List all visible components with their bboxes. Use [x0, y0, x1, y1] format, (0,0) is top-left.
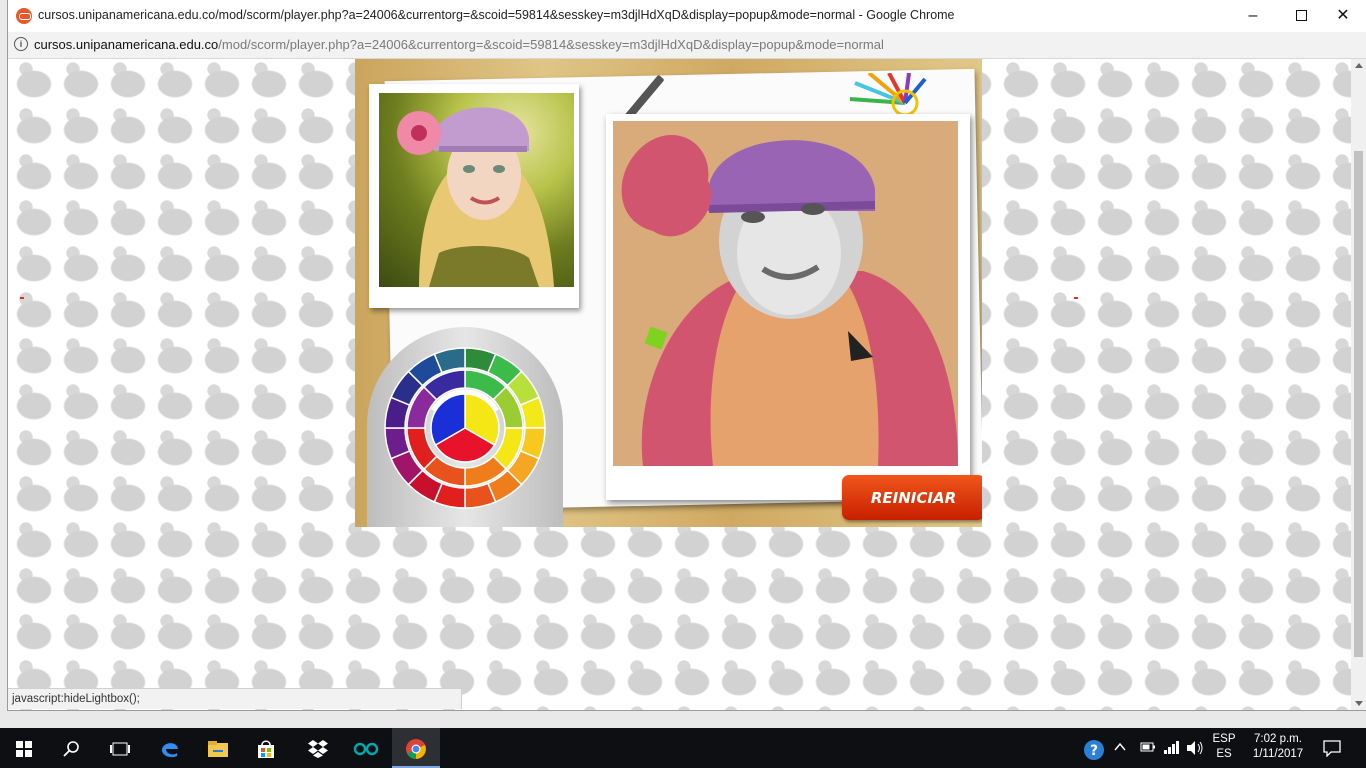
coloring-photo-frame [606, 114, 970, 500]
girl-color-illustration [397, 107, 554, 287]
minimize-button[interactable]: – [1230, 0, 1276, 32]
site-favicon-icon [16, 8, 32, 24]
vertical-scrollbar[interactable] [1351, 59, 1366, 710]
url-path: /mod/scorm/player.php?a=24006&currentorg… [218, 37, 884, 52]
coloring-canvas[interactable] [613, 121, 958, 466]
url-text[interactable]: cursos.unipanamericana.edu.co/mod/scorm/… [34, 37, 884, 52]
page-content: REINICIAR [8, 59, 1351, 710]
color-pencils-icon [849, 73, 927, 117]
color-wheel-panel [367, 327, 563, 527]
help-icon[interactable]: ? [1083, 739, 1105, 764]
task-view-icon[interactable] [96, 728, 144, 768]
coloring-activity: REINICIAR [355, 59, 982, 527]
url-host: cursos.unipanamericana.edu.co [34, 37, 219, 52]
dropbox-icon[interactable] [294, 728, 342, 768]
clock-date: 1/11/2017 [1252, 748, 1304, 760]
clock-time: 7:02 p.m. [1254, 733, 1302, 745]
status-bar: javascript:hideLightbox(); [8, 688, 462, 709]
browser-popup-window: cursos.unipanamericana.edu.co/mod/scorm/… [8, 0, 1366, 710]
decor-mark [20, 297, 24, 299]
reference-photo [379, 93, 574, 287]
info-icon[interactable]: i [14, 37, 28, 51]
close-button[interactable]: ✕ [1320, 0, 1366, 32]
edge-icon[interactable] [146, 728, 194, 768]
clock[interactable]: 7:02 p.m. 1/11/2017 [1248, 733, 1308, 760]
title-bar: cursos.unipanamericana.edu.co/mod/scorm/… [8, 0, 1366, 32]
windows-start-icon[interactable] [0, 728, 48, 768]
wifi-icon[interactable] [1163, 740, 1181, 757]
color-wheel[interactable] [384, 347, 546, 509]
scroll-up-icon[interactable] [1355, 63, 1363, 68]
reference-photo-frame [369, 84, 579, 308]
battery-icon[interactable] [1140, 742, 1156, 755]
volume-icon[interactable] [1186, 740, 1204, 759]
arduino-icon[interactable] [342, 728, 390, 768]
search-icon[interactable] [48, 728, 96, 768]
decor-mark [1074, 297, 1078, 299]
maximize-button[interactable] [1278, 0, 1324, 32]
chevron-up-icon[interactable] [1114, 742, 1126, 755]
chrome-icon[interactable] [392, 728, 440, 768]
file-explorer-icon[interactable] [194, 728, 242, 768]
address-bar[interactable]: i cursos.unipanamericana.edu.co/mod/scor… [8, 32, 1366, 59]
language-top: ESP [1212, 733, 1236, 745]
scroll-thumb[interactable] [1354, 151, 1363, 657]
restart-button[interactable]: REINICIAR [842, 475, 982, 520]
svg-text:?: ? [1090, 743, 1098, 759]
language-bottom: ES [1216, 748, 1232, 760]
window-title: cursos.unipanamericana.edu.co/mod/scorm/… [38, 8, 955, 22]
language-indicator[interactable]: ESP ES [1210, 733, 1238, 760]
scroll-down-icon[interactable] [1355, 701, 1363, 706]
taskbar: ? ESP ES 7:02 p.m. 1/11/2017 [0, 728, 1366, 768]
girl-grayscale-illustration [613, 121, 958, 466]
store-icon[interactable] [242, 728, 290, 768]
maximize-icon [1295, 10, 1307, 22]
notifications-icon[interactable] [1322, 739, 1342, 760]
